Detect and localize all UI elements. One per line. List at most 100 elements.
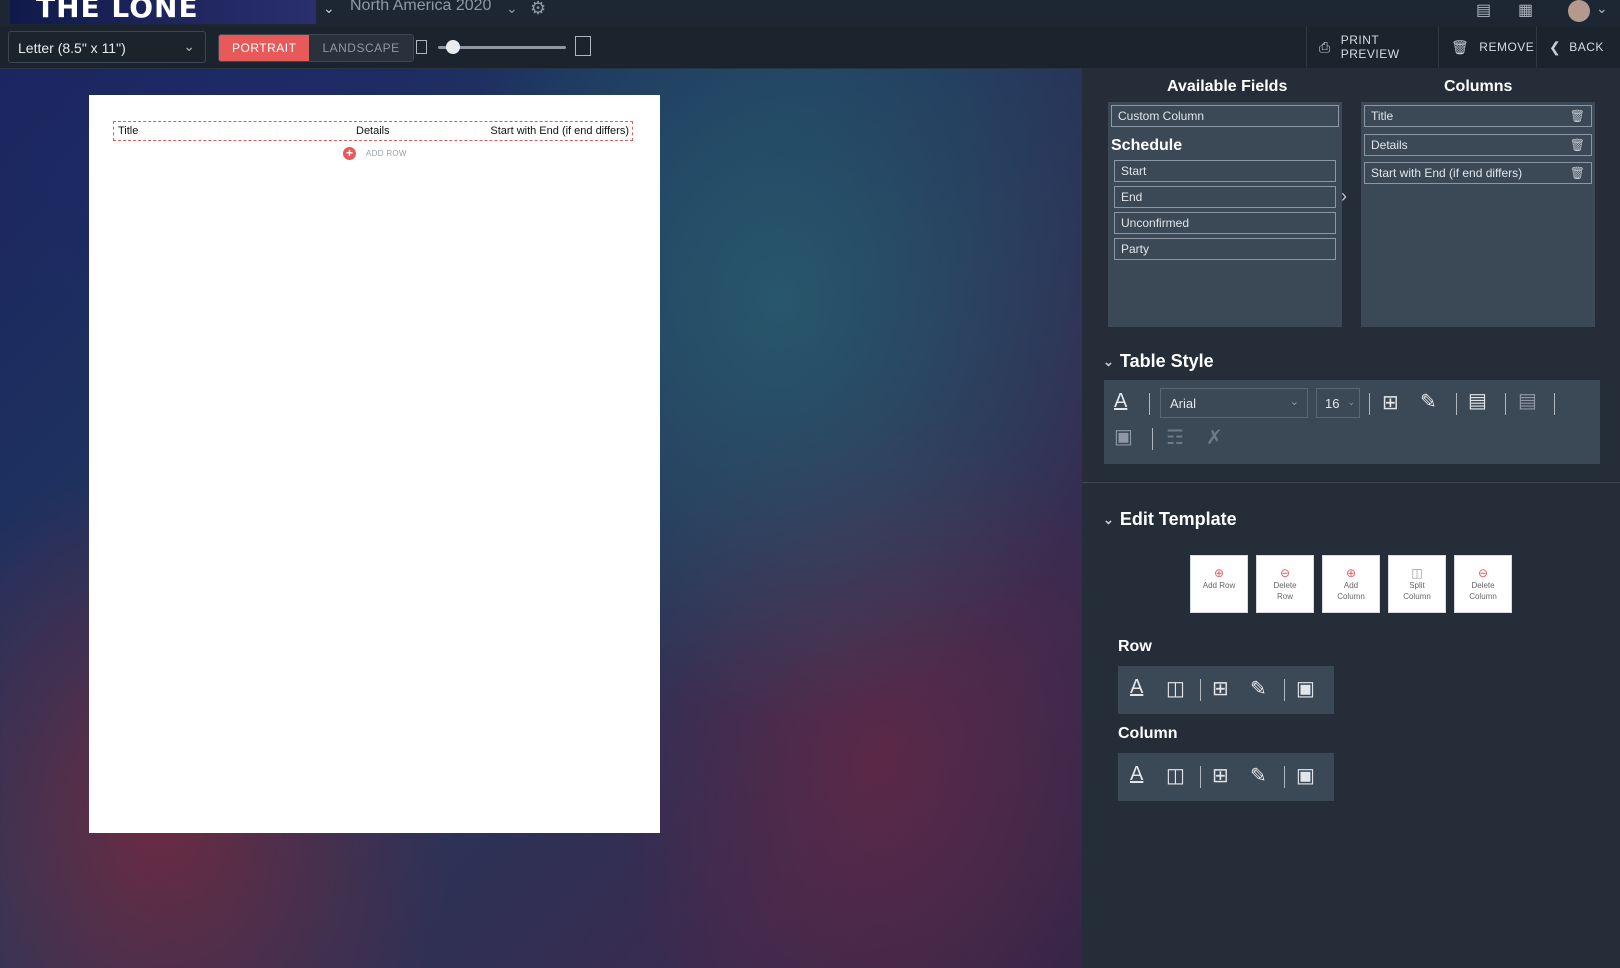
add-row-label: Add Row bbox=[1202, 581, 1236, 590]
column-fill-color-icon[interactable]: ◫ bbox=[1166, 763, 1185, 788]
zoom-in-page-icon bbox=[575, 36, 591, 56]
selected-column-label: Title bbox=[1371, 109, 1394, 123]
bottom-shading-icon[interactable]: ▣ bbox=[1114, 424, 1133, 449]
printer-icon: ⎙ bbox=[1319, 38, 1331, 55]
row-section-title: Row bbox=[1118, 638, 1152, 655]
text-color-icon[interactable]: A bbox=[1114, 390, 1127, 413]
column-lines-icon[interactable]: ☶ bbox=[1166, 425, 1184, 450]
region-selector[interactable]: North America 2020 bbox=[350, 0, 491, 15]
back-label: BACK bbox=[1569, 40, 1604, 54]
delete-column-icon: ⊖ bbox=[1477, 566, 1489, 580]
column-header-details[interactable]: Details bbox=[356, 125, 390, 137]
header-row-shading-icon[interactable]: ▤ bbox=[1468, 388, 1487, 413]
split-column-icon: ◫ bbox=[1411, 566, 1423, 580]
team-logo[interactable]: THE LONE RANGERS bbox=[10, 0, 316, 24]
paper-size-select[interactable]: Letter (8.5" x 11") ⌄ bbox=[8, 31, 206, 63]
divider bbox=[1200, 766, 1201, 788]
team-dropdown-chevron-icon[interactable]: ⌄ bbox=[323, 0, 335, 17]
column-header-start-end[interactable]: Start with End (if end differs) bbox=[490, 125, 629, 137]
paper-size-value: Letter (8.5" x 11") bbox=[18, 40, 126, 56]
column-border-color-icon[interactable]: ✎ bbox=[1250, 763, 1267, 788]
column-borders-icon[interactable]: ⊞ bbox=[1212, 763, 1229, 788]
portrait-button[interactable]: PORTRAIT bbox=[219, 35, 310, 61]
zoom-out-page-icon bbox=[416, 40, 427, 54]
field-party[interactable]: Party bbox=[1114, 238, 1336, 260]
divider bbox=[1284, 766, 1285, 788]
columns-title: Columns bbox=[1444, 78, 1513, 95]
delete-column-template-button[interactable]: ⊖ Delete Column bbox=[1454, 555, 1512, 613]
calendar-icon[interactable]: ▦ bbox=[1518, 0, 1533, 20]
field-start[interactable]: Start bbox=[1114, 160, 1336, 182]
divider bbox=[1554, 393, 1555, 415]
divider bbox=[1369, 393, 1370, 415]
add-column-label: Add bbox=[1343, 581, 1359, 590]
top-shading-icon[interactable]: ▤ bbox=[1518, 388, 1537, 413]
trash-icon[interactable]: 🗑 bbox=[1570, 166, 1585, 180]
chevron-down-icon: ⌄ bbox=[1103, 511, 1114, 527]
row-borders-icon[interactable]: ⊞ bbox=[1212, 676, 1229, 701]
divider bbox=[1456, 393, 1457, 415]
column-text-color-icon[interactable]: A bbox=[1130, 763, 1143, 786]
field-end[interactable]: End bbox=[1114, 186, 1336, 208]
selected-column-title[interactable]: Title 🗑 bbox=[1364, 105, 1592, 127]
edit-template-section-toggle[interactable]: ⌄ Edit Template bbox=[1103, 509, 1237, 530]
trash-icon: 🗑 bbox=[1451, 38, 1470, 55]
delete-row-template-button[interactable]: ⊖ Delete Row bbox=[1256, 555, 1314, 613]
font-family-value: Arial bbox=[1170, 396, 1197, 411]
trash-icon[interactable]: 🗑 bbox=[1570, 109, 1585, 123]
editor-toolbar: Letter (8.5" x 11") ⌄ PORTRAIT LANDSCAPE… bbox=[0, 26, 1620, 69]
table-style-title: Table Style bbox=[1119, 351, 1214, 371]
remove-button[interactable]: 🗑 REMOVE bbox=[1438, 26, 1537, 68]
divider bbox=[1200, 679, 1201, 701]
table-style-section-toggle[interactable]: ⌄ Table Style bbox=[1103, 351, 1214, 372]
contact-card-icon[interactable]: ▤ bbox=[1476, 0, 1491, 20]
zoom-slider-handle[interactable] bbox=[446, 40, 461, 54]
schedule-group-label: Schedule bbox=[1111, 137, 1183, 154]
divider bbox=[1149, 393, 1150, 415]
add-row-button[interactable]: + ADD ROW bbox=[343, 147, 407, 160]
selected-column-start-end[interactable]: Start with End (if end differs) 🗑 bbox=[1364, 162, 1592, 184]
add-column-template-button[interactable]: ⊕ Add Column bbox=[1322, 555, 1380, 613]
delete-row-label-2: Row bbox=[1276, 592, 1293, 601]
user-menu-chevron-icon[interactable]: ⌄ bbox=[1596, 0, 1608, 17]
delete-row-label: Delete bbox=[1273, 581, 1297, 590]
avatar[interactable] bbox=[1568, 0, 1590, 22]
font-family-select[interactable]: Arial ⌄ bbox=[1160, 388, 1308, 418]
row-text-color-icon[interactable]: A bbox=[1130, 676, 1143, 699]
chevron-down-icon: ⌄ bbox=[1103, 353, 1114, 369]
gear-icon[interactable]: ⚙ bbox=[530, 0, 546, 19]
column-padding-icon[interactable]: ▣ bbox=[1296, 763, 1315, 788]
back-button[interactable]: ❮ BACK bbox=[1536, 26, 1620, 68]
trash-icon[interactable]: 🗑 bbox=[1570, 138, 1585, 152]
split-column-template-button[interactable]: ◫ Split Column bbox=[1388, 555, 1446, 613]
landscape-button[interactable]: LANDSCAPE bbox=[309, 35, 413, 61]
document-page[interactable]: Title Details Start with End (if end dif… bbox=[89, 95, 660, 833]
plus-icon: + bbox=[343, 147, 356, 160]
print-preview-label: PRINT PREVIEW bbox=[1340, 33, 1400, 61]
grid-borders-icon[interactable]: ⊞ bbox=[1382, 390, 1399, 415]
add-row-template-button[interactable]: ⊕ Add Row bbox=[1190, 555, 1248, 613]
print-preview-button[interactable]: ⎙ PRINT PREVIEW bbox=[1306, 26, 1439, 68]
move-field-arrow-icon[interactable]: › bbox=[1341, 186, 1347, 207]
selected-column-details[interactable]: Details 🗑 bbox=[1364, 134, 1592, 156]
add-row-icon: ⊕ bbox=[1213, 566, 1225, 580]
row-border-color-icon[interactable]: ✎ bbox=[1250, 676, 1267, 701]
add-column-label-2: Column bbox=[1337, 592, 1365, 601]
pencil-border-color-icon[interactable]: ✎ bbox=[1420, 389, 1437, 414]
row-padding-icon[interactable]: ▣ bbox=[1296, 676, 1315, 701]
divider bbox=[1152, 428, 1153, 450]
column-header-title[interactable]: Title bbox=[118, 125, 138, 137]
field-unconfirmed[interactable]: Unconfirmed bbox=[1114, 212, 1336, 234]
row-fill-color-icon[interactable]: ◫ bbox=[1166, 676, 1185, 701]
orientation-toggle: PORTRAIT LANDSCAPE bbox=[218, 34, 414, 62]
table-header-row[interactable]: Title Details Start with End (if end dif… bbox=[113, 121, 633, 141]
delete-column-label: Delete bbox=[1471, 581, 1495, 590]
chevron-down-icon: ⌄ bbox=[183, 38, 195, 54]
font-size-select[interactable]: 16 ⌄ bbox=[1316, 388, 1360, 418]
clear-style-icon[interactable]: ✗ bbox=[1206, 425, 1223, 450]
custom-column-field[interactable]: Custom Column bbox=[1111, 105, 1339, 127]
add-column-icon: ⊕ bbox=[1345, 566, 1357, 580]
delete-row-icon: ⊖ bbox=[1279, 566, 1291, 580]
section-divider bbox=[1082, 482, 1620, 483]
region-chevron-icon[interactable]: ⌄ bbox=[506, 0, 518, 17]
